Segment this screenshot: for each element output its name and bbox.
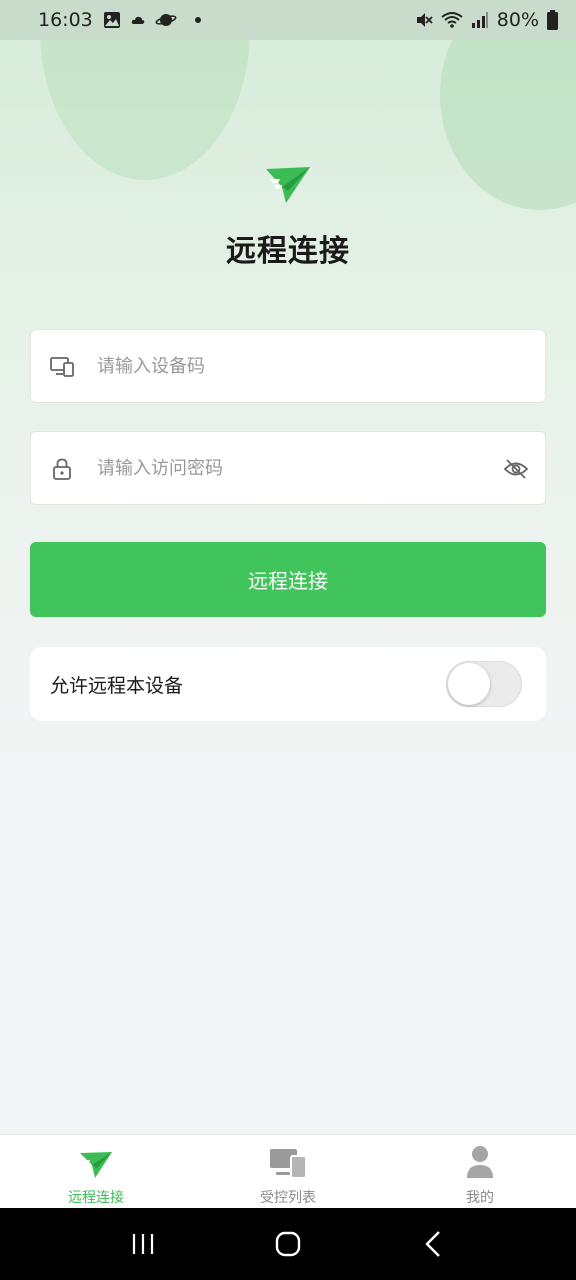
recent-apps-button[interactable]: [118, 1224, 168, 1264]
remote-connect-button[interactable]: 远程连接: [30, 542, 546, 617]
status-bar: 16:03 80%: [0, 0, 576, 40]
home-icon: [275, 1231, 301, 1257]
toggle-knob: [448, 663, 490, 705]
status-left: 16:03: [38, 9, 201, 31]
signal-icon: [471, 12, 488, 28]
tab-controlled-list[interactable]: 受控列表: [192, 1135, 384, 1208]
person-icon: [467, 1146, 493, 1178]
recent-apps-icon: [132, 1234, 153, 1254]
password-field[interactable]: [30, 431, 546, 505]
gallery-icon: [103, 12, 120, 28]
notification-dot: [194, 17, 201, 23]
back-icon: [425, 1231, 441, 1257]
device-code-input[interactable]: [97, 330, 487, 402]
tab-mine[interactable]: 我的: [384, 1135, 576, 1208]
status-right: 80%: [415, 9, 558, 31]
paper-plane-logo: [266, 167, 310, 203]
system-nav-bar: [0, 1208, 576, 1280]
allow-remote-toggle[interactable]: [446, 661, 522, 707]
tab-label: 我的: [466, 1190, 494, 1206]
eye-off-icon[interactable]: [503, 457, 529, 481]
device-code-field[interactable]: [30, 329, 546, 403]
lock-icon: [53, 458, 71, 480]
paper-plane-icon: [80, 1152, 112, 1178]
allow-remote-label: 允许远程本设备: [50, 674, 184, 697]
saturn-icon: [155, 14, 177, 26]
status-time: 16:03: [38, 9, 93, 31]
home-button[interactable]: [263, 1224, 313, 1264]
tab-remote-connect[interactable]: 远程连接: [0, 1135, 192, 1208]
allow-remote-row: 允许远程本设备: [30, 647, 546, 721]
mute-icon: [416, 13, 433, 27]
bottom-tab-bar: 远程连接 受控列表 我的: [0, 1134, 576, 1208]
tab-label: 远程连接: [68, 1190, 124, 1206]
devices-icon: [50, 357, 74, 377]
cloud-icon: [131, 16, 145, 24]
page-title: 远程连接: [226, 234, 350, 269]
back-button[interactable]: [408, 1224, 458, 1264]
devices-icon: [270, 1149, 307, 1179]
password-input[interactable]: [97, 432, 487, 504]
battery-icon: [547, 10, 558, 30]
battery-percent: 80%: [496, 9, 539, 31]
wifi-icon: [441, 12, 463, 28]
tab-label: 受控列表: [260, 1190, 316, 1206]
